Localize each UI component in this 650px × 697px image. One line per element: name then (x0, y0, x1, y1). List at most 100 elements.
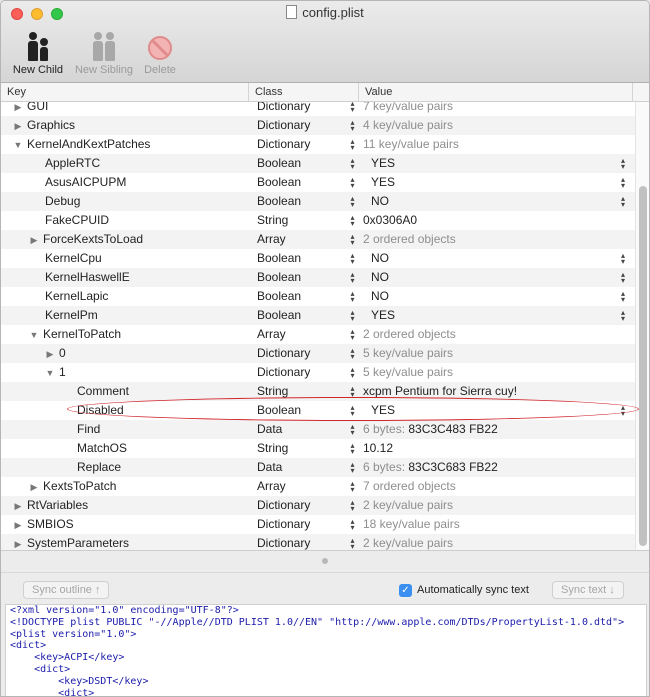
row-key-cell[interactable]: Disabled (1, 401, 249, 420)
row-value-cell[interactable]: 5 key/value pairs (363, 344, 635, 363)
row-value-cell[interactable]: YES (363, 154, 635, 173)
row-class-cell[interactable]: Boolean (257, 249, 357, 268)
class-popup-chevron-icon[interactable]: ▴ ▾ (347, 382, 355, 401)
value-popup-chevron-icon[interactable]: ▴ ▾ (619, 154, 627, 173)
class-popup-chevron-icon[interactable]: ▴ ▾ (347, 287, 355, 306)
outline-row[interactable]: ▶ SystemParameters Dictionary ▴ ▾ 2 key/value… (1, 534, 635, 550)
row-key-cell[interactable]: ▼ KernelToPatch (1, 325, 249, 344)
value-popup-chevron-icon[interactable]: ▴ ▾ (619, 173, 627, 192)
outline-row[interactable]: KernelPm Boolean ▴ ▾ YES ▴ ▾ (1, 306, 635, 325)
value-column-header[interactable]: Value (359, 83, 633, 102)
row-value-cell[interactable]: YES (363, 173, 635, 192)
sync-text-button[interactable]: Sync text ↓ (552, 581, 624, 599)
disclosure-closed-icon[interactable]: ▶ (13, 535, 23, 550)
value-popup-chevron-icon[interactable]: ▴ ▾ (619, 401, 627, 420)
disclosure-open-icon[interactable]: ▼ (13, 136, 23, 154)
outline-row[interactable]: KernelCpu Boolean ▴ ▾ NO ▴ ▾ (1, 249, 635, 268)
row-value-cell[interactable]: 0x0306A0 (363, 211, 635, 230)
row-value-cell[interactable]: 6 bytes: 83C3C683 FB22 (363, 458, 635, 477)
delete-button[interactable]: Delete (141, 29, 179, 76)
row-class-cell[interactable]: Boolean (257, 268, 357, 287)
value-popup-chevron-icon[interactable]: ▴ ▾ (619, 268, 627, 287)
outline-row[interactable]: Debug Boolean ▴ ▾ NO ▴ ▾ (1, 192, 635, 211)
row-class-cell[interactable]: Dictionary (257, 344, 357, 363)
auto-sync-checkbox[interactable]: ✓ (399, 584, 412, 597)
outline-row[interactable]: KernelHaswellE Boolean ▴ ▾ NO ▴ ▾ (1, 268, 635, 287)
outline-row[interactable]: ▼ KernelAndKextPatches Dictionary ▴ ▾ 11 key/… (1, 135, 635, 154)
outline-row[interactable]: FakeCPUID String ▴ ▾ 0x0306A0 (1, 211, 635, 230)
row-value-cell[interactable]: 18 key/value pairs (363, 515, 635, 534)
row-key-cell[interactable]: ▶ SystemParameters (1, 534, 249, 550)
row-key-cell[interactable]: ▼ KernelAndKextPatches (1, 135, 249, 154)
outline-row[interactable]: Disabled Boolean ▴ ▾ YES ▴ ▾ (1, 401, 635, 420)
split-divider[interactable] (1, 550, 649, 572)
row-value-cell[interactable]: 2 key/value pairs (363, 534, 635, 550)
row-class-cell[interactable]: Boolean (257, 287, 357, 306)
row-class-cell[interactable]: Boolean (257, 173, 357, 192)
disclosure-closed-icon[interactable]: ▶ (13, 516, 23, 534)
outline-row[interactable]: ▶ ForceKextsToLoad Array ▴ ▾ 2 ordered object… (1, 230, 635, 249)
xml-text-view[interactable]: <?xml version="1.0" encoding="UTF-8"?> <!… (5, 604, 647, 696)
row-key-cell[interactable]: MatchOS (1, 439, 249, 458)
value-popup-chevron-icon[interactable]: ▴ ▾ (619, 192, 627, 211)
row-key-cell[interactable]: KernelCpu (1, 249, 249, 268)
row-value-cell[interactable]: YES (363, 306, 635, 325)
class-popup-chevron-icon[interactable]: ▴ ▾ (347, 249, 355, 268)
disclosure-closed-icon[interactable]: ▶ (29, 478, 39, 496)
class-column-header[interactable]: Class (249, 83, 359, 102)
row-key-cell[interactable]: ▶ GUI (1, 102, 249, 116)
row-value-cell[interactable]: 10.12 (363, 439, 635, 458)
outline-row[interactable]: Comment String ▴ ▾ xcpm Pentium for Sierra c… (1, 382, 635, 401)
row-key-cell[interactable]: ▶ Graphics (1, 116, 249, 135)
row-key-cell[interactable]: ▶ KextsToPatch (1, 477, 249, 496)
row-class-cell[interactable]: Boolean (257, 192, 357, 211)
row-value-cell[interactable]: 5 key/value pairs (363, 363, 635, 382)
new-child-button[interactable]: New Child (9, 29, 67, 76)
row-value-cell[interactable]: 11 key/value pairs (363, 135, 635, 154)
row-value-cell[interactable]: 6 bytes: 83C3C483 FB22 (363, 420, 635, 439)
class-popup-chevron-icon[interactable]: ▴ ▾ (347, 192, 355, 211)
row-class-cell[interactable]: Array (257, 477, 357, 496)
class-popup-chevron-icon[interactable]: ▴ ▾ (347, 496, 355, 515)
class-popup-chevron-icon[interactable]: ▴ ▾ (347, 401, 355, 420)
outline-row[interactable]: ▶ GUI Dictionary ▴ ▾ 7 key/value pairs (1, 102, 635, 116)
new-sibling-button[interactable]: New Sibling (71, 29, 137, 76)
key-column-header[interactable]: Key (1, 83, 249, 102)
row-key-cell[interactable]: ▼ 1 (1, 363, 249, 382)
disclosure-closed-icon[interactable]: ▶ (29, 231, 39, 249)
row-key-cell[interactable]: Debug (1, 192, 249, 211)
row-value-cell[interactable]: YES (363, 401, 635, 420)
row-key-cell[interactable]: FakeCPUID (1, 211, 249, 230)
outline-row[interactable]: ▼ KernelToPatch Array ▴ ▾ 2 ordered objects (1, 325, 635, 344)
outline-row[interactable]: ▶ 0 Dictionary ▴ ▾ 5 key/value pairs (1, 344, 635, 363)
row-class-cell[interactable]: Array (257, 325, 357, 344)
row-value-cell[interactable]: 2 ordered objects (363, 325, 635, 344)
row-key-cell[interactable]: ▶ SMBIOS (1, 515, 249, 534)
outline-row[interactable]: ▼ 1 Dictionary ▴ ▾ 5 key/value pairs (1, 363, 635, 382)
class-popup-chevron-icon[interactable]: ▴ ▾ (347, 135, 355, 154)
row-class-cell[interactable]: String (257, 439, 357, 458)
outline-row[interactable]: MatchOS String ▴ ▾ 10.12 (1, 439, 635, 458)
disclosure-open-icon[interactable]: ▼ (45, 364, 55, 382)
row-class-cell[interactable]: Dictionary (257, 496, 357, 515)
outline-row[interactable]: KernelLapic Boolean ▴ ▾ NO ▴ ▾ (1, 287, 635, 306)
row-value-cell[interactable]: 4 key/value pairs (363, 116, 635, 135)
class-popup-chevron-icon[interactable]: ▴ ▾ (347, 420, 355, 439)
row-value-cell[interactable]: 7 key/value pairs (363, 102, 635, 116)
row-key-cell[interactable]: KernelLapic (1, 287, 249, 306)
row-class-cell[interactable]: Dictionary (257, 135, 357, 154)
value-popup-chevron-icon[interactable]: ▴ ▾ (619, 249, 627, 268)
row-value-cell[interactable]: 2 ordered objects (363, 230, 635, 249)
class-popup-chevron-icon[interactable]: ▴ ▾ (347, 173, 355, 192)
plist-outline[interactable]: ▶ GUI Dictionary ▴ ▾ 7 key/value pairs ▶ Graphi… (1, 102, 635, 550)
outline-row[interactable]: ▶ KextsToPatch Array ▴ ▾ 7 ordered objects (1, 477, 635, 496)
outline-row[interactable]: AsusAICPUPM Boolean ▴ ▾ YES ▴ ▾ (1, 173, 635, 192)
class-popup-chevron-icon[interactable]: ▴ ▾ (347, 344, 355, 363)
class-popup-chevron-icon[interactable]: ▴ ▾ (347, 325, 355, 344)
class-popup-chevron-icon[interactable]: ▴ ▾ (347, 439, 355, 458)
row-key-cell[interactable]: ▶ ForceKextsToLoad (1, 230, 249, 249)
row-class-cell[interactable]: Boolean (257, 401, 357, 420)
value-popup-chevron-icon[interactable]: ▴ ▾ (619, 306, 627, 325)
row-key-cell[interactable]: ▶ 0 (1, 344, 249, 363)
row-class-cell[interactable]: Data (257, 420, 357, 439)
